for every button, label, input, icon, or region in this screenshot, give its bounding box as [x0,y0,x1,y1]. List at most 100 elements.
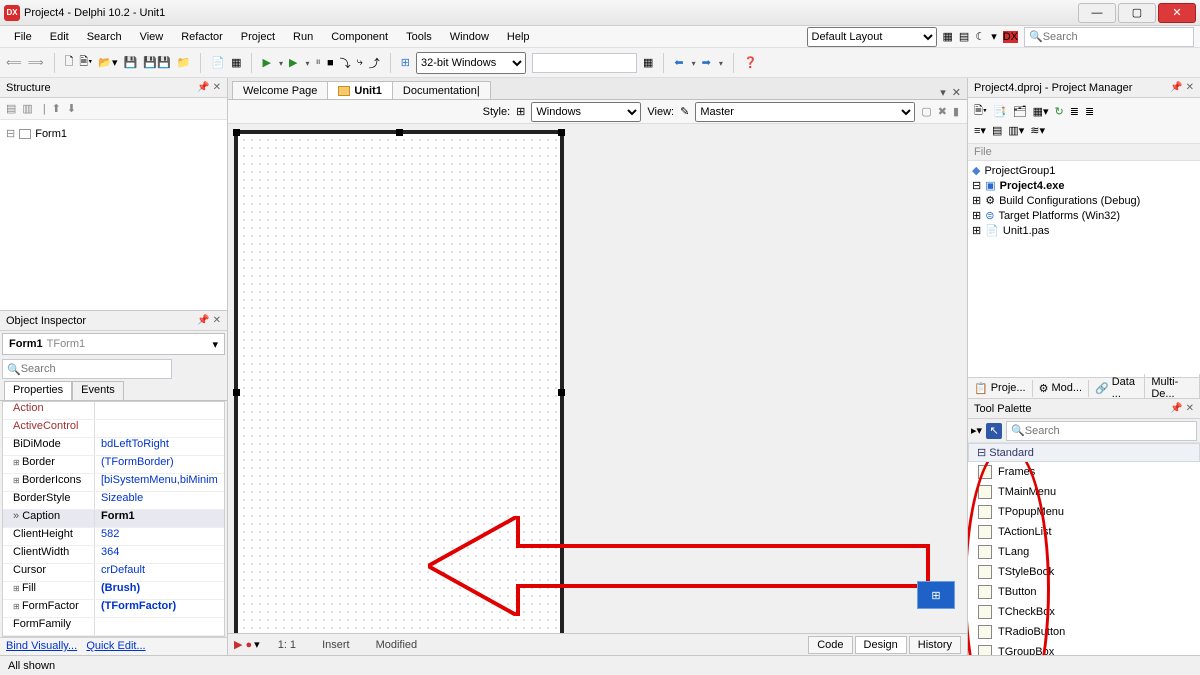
structure-item-label[interactable]: Form1 [35,128,67,140]
pause-icon[interactable]: ⏸ [315,56,321,69]
pm-ico-2[interactable]: 📑 [993,105,1007,118]
palette-item-tactionlist[interactable]: TActionList [968,522,1200,542]
platform-select[interactable]: 32-bit Windows [416,52,526,74]
nav-fwd-dd[interactable] [717,57,723,69]
pm-refresh-icon[interactable]: ↻ [1055,105,1064,118]
run-dropdown[interactable] [277,57,283,69]
tree-exe[interactable]: Project4.exe [1000,180,1065,192]
nav-fwd-icon[interactable]: ➡ [702,56,711,69]
new-file-icon[interactable]: 🗋 [65,53,74,72]
palette-item-tradiobutton[interactable]: TRadioButton [968,622,1200,642]
pm-tab-data[interactable]: 🔗Data ... [1089,374,1145,402]
oi-pin-icon[interactable]: 📌 ✕ [197,315,221,326]
prop-row-action[interactable]: Action [3,402,224,420]
pm-ico-4[interactable]: ▦▾ [1033,105,1049,118]
prop-row-borderstyle[interactable]: BorderStyleSizeable [3,492,224,510]
prop-row-caption[interactable]: CaptionForm1 [3,510,224,528]
help-icon[interactable]: ❓ [744,56,758,69]
prop-row-clientheight[interactable]: ClientHeight582 [3,528,224,546]
pm-tab-project[interactable]: 📋Proje... [968,380,1033,397]
prop-row-formfamily[interactable]: FormFamily [3,618,224,636]
project-tree[interactable]: ◆ProjectGroup1 ⊟▣Project4.exe ⊞⚙Build Co… [968,161,1200,377]
pm-tab-model[interactable]: ⚙Mod... [1033,380,1089,397]
tab-welcome[interactable]: Welcome Page [232,81,328,99]
tab-unit1[interactable]: Unit1 [327,81,393,99]
bind-visually-link[interactable]: Bind Visually... [6,640,77,652]
nav-back-dd[interactable] [690,57,696,69]
stop-icon[interactable]: ■ [327,57,334,69]
device-settings-icon[interactable]: ▦ [643,56,653,69]
menu-component[interactable]: Component [323,28,396,46]
tool-icon-3[interactable]: ▮ [953,105,959,118]
palette-item-tpopupmenu[interactable]: TPopupMenu [968,502,1200,522]
step-out-icon[interactable]: ⤴ [369,55,380,71]
quick-edit-link[interactable]: Quick Edit... [86,640,145,652]
record-icon[interactable]: ▶ ● [234,638,252,651]
menu-project[interactable]: Project [233,28,283,46]
open-icon[interactable]: 📂▾ [98,56,117,69]
menu-refactor[interactable]: Refactor [173,28,231,46]
tp-search-input[interactable] [1025,425,1192,437]
dx-icon[interactable]: DX [1003,31,1018,43]
tool-icon-2[interactable]: ✖ [938,105,947,118]
property-grid[interactable]: ActionActiveControlBiDiModebdLeftToRight… [2,401,225,637]
palette-list[interactable]: FramesTMainMenuTPopupMenuTActionListTLan… [968,462,1200,655]
run-icon[interactable]: ▶ [262,56,270,69]
pm-ico-10[interactable]: ≋▾ [1030,124,1045,137]
menu-help[interactable]: Help [499,28,538,46]
style-select[interactable]: Windows [531,102,641,122]
run-nd-dropdown[interactable] [303,57,309,69]
tab-close-icon[interactable]: ✕ [952,86,961,99]
palette-item-frames[interactable]: Frames [968,462,1200,482]
save-icon[interactable]: 💾 [124,56,138,69]
tree-unit[interactable]: Unit1.pas [1003,225,1049,237]
tab-dropdown-icon[interactable]: ▾ [940,86,946,99]
forward-icon[interactable]: ⟹ [28,56,44,69]
tab-code[interactable]: Code [808,636,852,654]
oi-search[interactable]: 🔍 [2,359,172,379]
moon-icon[interactable]: ☾ [975,30,985,43]
menu-file[interactable]: File [6,28,40,46]
close-button[interactable]: ✕ [1158,3,1196,23]
prop-row-cursor[interactable]: CursorcrDefault [3,564,224,582]
minimize-button[interactable]: — [1078,3,1116,23]
form-designer[interactable] [234,130,564,633]
global-search-input[interactable] [1043,31,1189,43]
layout-icon-1[interactable]: ▦ [943,30,953,43]
tab-properties[interactable]: Properties [4,381,72,400]
menu-window[interactable]: Window [442,28,497,46]
pm-ico-7[interactable]: ≡▾ [974,124,986,137]
layout-select[interactable]: Default Layout [807,27,937,47]
prop-row-bidimode[interactable]: BiDiModebdLeftToRight [3,438,224,456]
global-search[interactable]: 🔍 [1024,27,1194,47]
pm-ico-3[interactable]: 🗂 [1013,105,1027,118]
prop-row-border[interactable]: Border(TFormBorder) [3,456,224,474]
prop-row-fill[interactable]: Fill(Brush) [3,582,224,600]
form-designer-canvas[interactable]: ⊞ [228,124,967,633]
maximize-button[interactable]: ▢ [1118,3,1156,23]
struct-down-icon[interactable]: ⬇ [67,102,76,115]
menu-view[interactable]: View [132,28,172,46]
prop-row-activecontrol[interactable]: ActiveControl [3,420,224,438]
palette-item-tstylebook[interactable]: TStyleBook [968,562,1200,582]
trace-into-icon[interactable]: ⤵ [340,55,351,71]
palette-item-tlang[interactable]: TLang [968,542,1200,562]
palette-item-tbutton[interactable]: TButton [968,582,1200,602]
view-select[interactable]: Master [695,102,915,122]
struct-up-icon[interactable]: ⬆ [52,102,61,115]
pm-ico-1[interactable]: 🗎▾ [974,102,987,121]
tree-projectgroup[interactable]: ProjectGroup1 [984,165,1055,177]
palette-item-tcheckbox[interactable]: TCheckBox [968,602,1200,622]
run-no-debug-icon[interactable]: ▶ [289,56,297,69]
menu-search[interactable]: Search [79,28,130,46]
macro-dropdown-icon[interactable]: ▾ [254,638,260,651]
back-icon[interactable]: ⟸ [6,56,22,69]
component-icon[interactable]: ▦ [231,56,241,69]
tab-events[interactable]: Events [72,381,124,400]
tp-pin-icon[interactable]: 📌 ✕ [1170,403,1194,414]
save-all-icon[interactable]: 💾💾 [143,56,170,69]
step-over-icon[interactable]: ⤷ [357,56,363,69]
tree-build[interactable]: Build Configurations (Debug) [999,195,1140,207]
tab-design[interactable]: Design [855,636,907,654]
pm-pin-icon[interactable]: 📌 ✕ [1170,82,1194,93]
